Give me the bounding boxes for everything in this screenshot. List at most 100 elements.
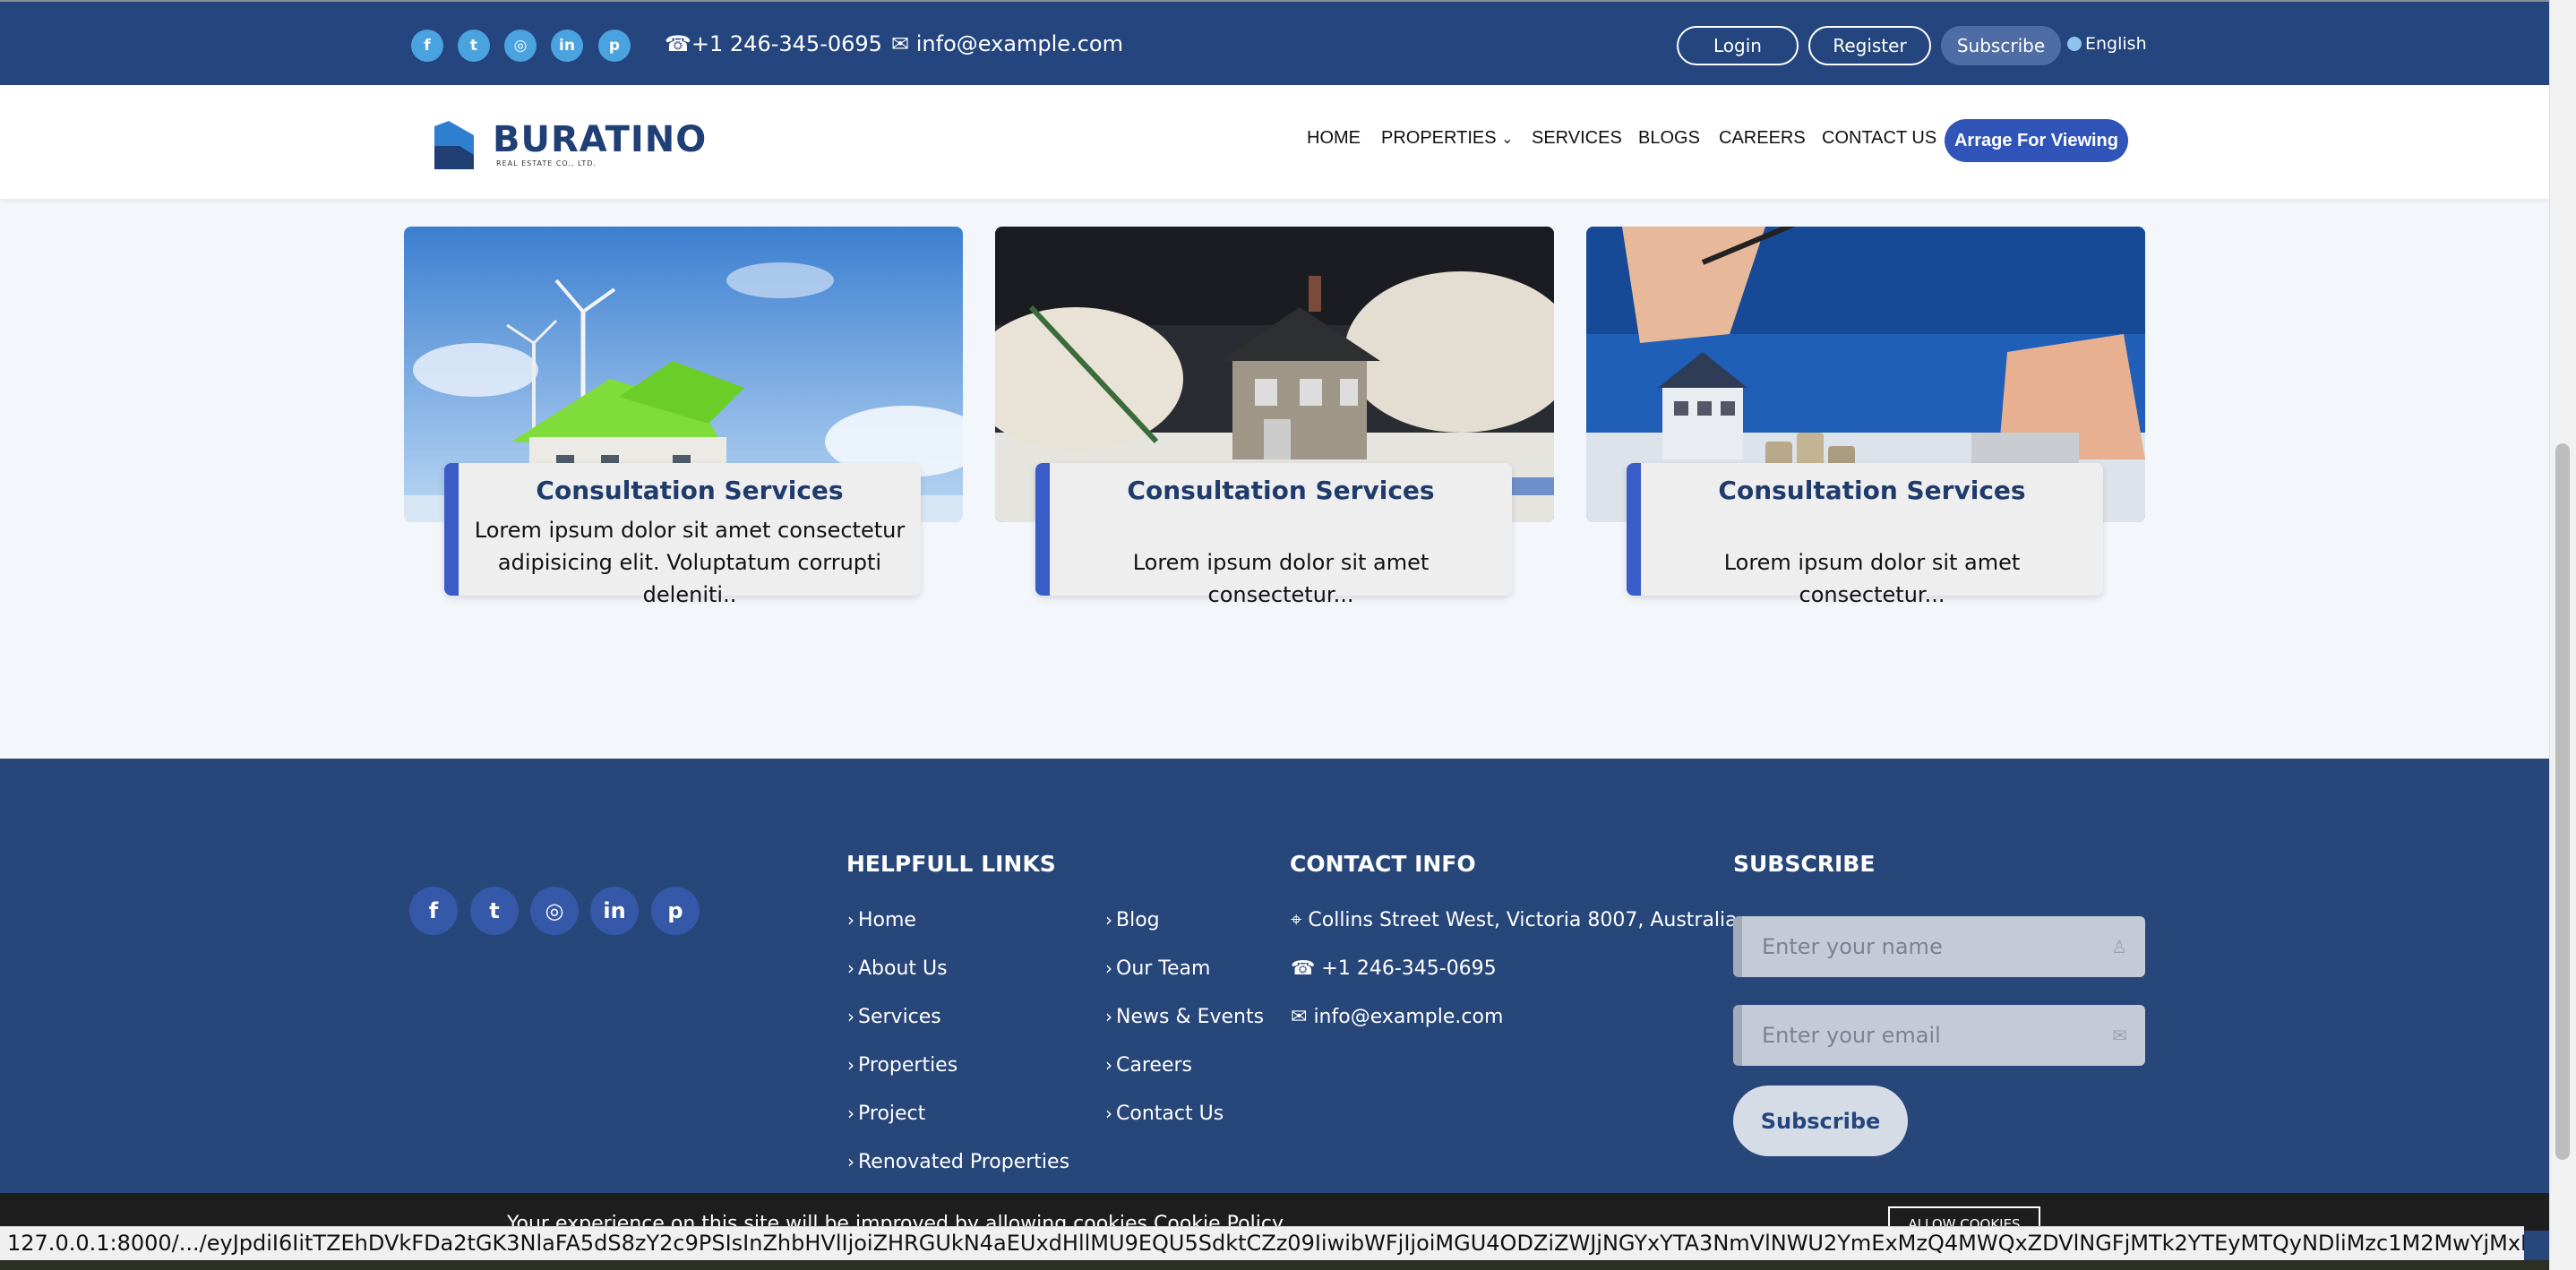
pinterest-icon[interactable]: p bbox=[598, 30, 631, 62]
nav-careers[interactable]: CAREERS bbox=[1719, 128, 1806, 149]
contact-info-heading: CONTACT INFO bbox=[1290, 851, 1476, 877]
phone-icon: ☎ bbox=[1291, 957, 1322, 980]
nav-blogs[interactable]: BLOGS bbox=[1638, 128, 1700, 149]
logo-text[interactable]: BURATINO bbox=[493, 119, 707, 160]
service-card-3[interactable]: Consultation Services Lorem ipsum dolor … bbox=[1627, 463, 2103, 607]
service-title: Consultation Services bbox=[1718, 476, 2026, 505]
nav-properties-label: PROPERTIES bbox=[1381, 128, 1497, 148]
footer-linkedin-icon[interactable]: in bbox=[590, 887, 639, 935]
email-input-placeholder: Enter your email bbox=[1762, 1023, 1941, 1048]
footer-email-text: info@example.com bbox=[1313, 1006, 1504, 1028]
arrange-viewing-button[interactable]: Arrage For Viewing bbox=[1945, 119, 2128, 162]
chevron-right-icon: › bbox=[1105, 1054, 1112, 1076]
footer-link-team[interactable]: › Our Team bbox=[1105, 957, 1210, 980]
name-input-placeholder: Enter your name bbox=[1762, 934, 1943, 959]
footer-address: ⌖ Collins Street West, Victoria 8007, Au… bbox=[1291, 909, 1744, 931]
mail-icon: ✉ bbox=[891, 31, 916, 56]
login-button[interactable]: Login bbox=[1677, 26, 1799, 65]
footer-link-news[interactable]: › News & Events bbox=[1105, 1006, 1264, 1028]
phone-icon: ☎ bbox=[665, 31, 691, 56]
facebook-icon[interactable]: f bbox=[411, 30, 443, 62]
globe-icon bbox=[2067, 37, 2082, 51]
topbar-phone-text: +1 246-345-0695 bbox=[691, 31, 882, 56]
main-navbar: BURATINO REAL ESTATE CO., LTD. HOME PROP… bbox=[0, 85, 2549, 199]
footer-link-home[interactable]: › Home bbox=[847, 909, 916, 931]
chevron-right-icon: › bbox=[1105, 957, 1112, 979]
scrollbar-thumb[interactable] bbox=[2555, 443, 2570, 1160]
link-status-bar: 127.0.0.1:8000/.../eyJpdiI6IitTZEhDVkFDa… bbox=[0, 1226, 2524, 1260]
linkedin-icon[interactable]: in bbox=[551, 30, 583, 62]
nav-home[interactable]: HOME bbox=[1307, 128, 1361, 149]
chevron-right-icon: › bbox=[1105, 1006, 1112, 1027]
chevron-right-icon: › bbox=[847, 1006, 854, 1027]
email-input[interactable]: Enter your email ✉ bbox=[1733, 1005, 2145, 1066]
language-selector[interactable]: English bbox=[2067, 34, 2147, 54]
service-title: Consultation Services bbox=[536, 476, 844, 505]
subscribe-button[interactable]: Subscribe bbox=[1733, 1086, 1908, 1156]
service-text-line1 bbox=[1641, 514, 2103, 546]
logo-icon[interactable] bbox=[433, 119, 476, 171]
service-text-line1 bbox=[1050, 514, 1512, 546]
helpful-links-heading: HELPFULL LINKS bbox=[846, 851, 1056, 877]
service-text-line2: adipisicing elit. Voluptatum corrupti de… bbox=[497, 550, 882, 607]
service-text-line1: Lorem ipsum dolor sit amet consectetur bbox=[474, 518, 906, 543]
map-pin-icon: ⌖ bbox=[1291, 909, 1309, 931]
footer-link-label: Renovated Properties bbox=[858, 1151, 1070, 1173]
bottom-image-strip bbox=[0, 1260, 2549, 1270]
footer-link-renovated[interactable]: › Renovated Properties bbox=[847, 1151, 1069, 1173]
service-text-line2: Lorem ipsum dolor sit amet consectetur..… bbox=[1132, 550, 1430, 607]
chevron-right-icon: › bbox=[847, 1103, 854, 1124]
footer-link-label: About Us bbox=[858, 957, 948, 980]
topbar-email-text: info@example.com bbox=[915, 31, 1123, 56]
service-card-1[interactable]: Consultation Services Lorem ipsum dolor … bbox=[444, 463, 921, 607]
footer-pinterest-icon[interactable]: p bbox=[651, 887, 700, 935]
instagram-icon[interactable]: ◎ bbox=[504, 30, 537, 62]
footer-link-label: Properties bbox=[858, 1054, 958, 1077]
chevron-down-icon: ⌄ bbox=[1501, 132, 1514, 147]
footer-link-contact[interactable]: › Contact Us bbox=[1105, 1103, 1224, 1125]
name-input[interactable]: Enter your name ♙ bbox=[1733, 916, 2145, 977]
footer-link-label: Contact Us bbox=[1116, 1103, 1224, 1125]
user-icon: ♙ bbox=[2111, 936, 2127, 957]
footer-link-label: Services bbox=[858, 1006, 941, 1028]
footer-phone[interactable]: ☎ +1 246-345-0695 bbox=[1291, 957, 1497, 980]
footer-link-blog[interactable]: › Blog bbox=[1105, 909, 1160, 931]
nav-services[interactable]: SERVICES bbox=[1532, 128, 1622, 149]
service-text-line2: Lorem ipsum dolor sit amet consectetur..… bbox=[1723, 550, 2021, 607]
footer-link-services[interactable]: › Services bbox=[847, 1006, 941, 1028]
footer-link-properties[interactable]: › Properties bbox=[847, 1054, 957, 1077]
chevron-right-icon: › bbox=[847, 1054, 854, 1076]
footer-link-label: Our Team bbox=[1116, 957, 1211, 980]
topbar-phone[interactable]: ☎+1 246-345-0695 bbox=[665, 31, 882, 56]
twitter-icon[interactable]: t bbox=[458, 30, 490, 62]
envelope-icon: ✉ bbox=[2112, 1025, 2127, 1046]
footer-phone-text: +1 246-345-0695 bbox=[1321, 957, 1497, 980]
nav-properties[interactable]: PROPERTIES ⌄ bbox=[1381, 128, 1514, 149]
logo-subtext: REAL ESTATE CO., LTD. bbox=[496, 159, 597, 167]
footer-email[interactable]: ✉ info@example.com bbox=[1291, 1006, 1503, 1028]
register-button[interactable]: Register bbox=[1808, 26, 1931, 65]
footer-instagram-icon[interactable]: ◎ bbox=[530, 887, 579, 935]
chevron-right-icon: › bbox=[1105, 1103, 1112, 1124]
footer-link-label: Careers bbox=[1116, 1054, 1192, 1077]
footer-twitter-icon[interactable]: t bbox=[470, 887, 519, 935]
subscribe-heading: SUBSCRIBE bbox=[1733, 851, 1876, 877]
footer-address-text: Collins Street West, Victoria 8007, Aust… bbox=[1308, 909, 1744, 931]
language-label: English bbox=[2085, 34, 2147, 54]
footer-link-label: Project bbox=[858, 1103, 926, 1125]
service-card-2[interactable]: Consultation Services Lorem ipsum dolor … bbox=[1035, 463, 1512, 607]
chevron-right-icon: › bbox=[847, 957, 854, 979]
cookie-banner: Your experience on this site will be imp… bbox=[0, 1193, 2549, 1231]
subscribe-top-button[interactable]: Subscribe bbox=[1941, 26, 2061, 65]
nav-contact-us[interactable]: CONTACT US bbox=[1822, 128, 1936, 149]
footer-facebook-icon[interactable]: f bbox=[409, 887, 458, 935]
footer-link-label: News & Events bbox=[1116, 1006, 1265, 1028]
topbar-email[interactable]: ✉ info@example.com bbox=[891, 31, 1123, 56]
chevron-right-icon: › bbox=[1105, 909, 1112, 931]
footer-link-project[interactable]: › Project bbox=[847, 1103, 925, 1125]
chevron-right-icon: › bbox=[847, 909, 854, 931]
service-title: Consultation Services bbox=[1127, 476, 1435, 505]
footer-link-about[interactable]: › About Us bbox=[847, 957, 948, 980]
footer-link-careers[interactable]: › Careers bbox=[1105, 1054, 1192, 1077]
mail-icon: ✉ bbox=[1291, 1006, 1314, 1028]
